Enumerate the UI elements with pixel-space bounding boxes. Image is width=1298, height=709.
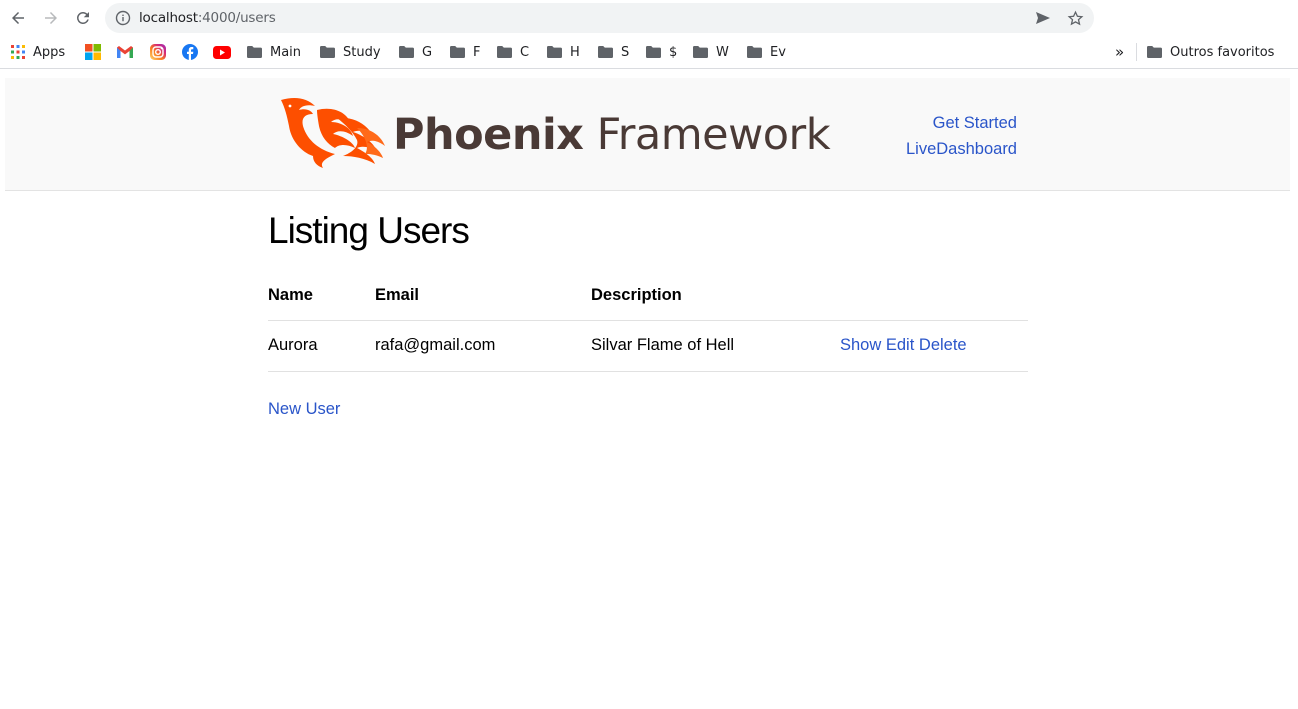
bookmark-youtube[interactable] [213, 42, 231, 62]
folder-icon [646, 46, 661, 58]
folder-icon [747, 46, 762, 58]
forward-button[interactable] [39, 6, 63, 30]
bookmark-folder-c[interactable]: C [497, 42, 529, 62]
gmail-icon [117, 46, 133, 58]
arrow-right-icon [45, 12, 57, 24]
folder-icon [320, 46, 335, 58]
cell-actions: Show Edit Delete [840, 320, 1028, 372]
reload-button[interactable] [71, 6, 95, 30]
bookmark-apps[interactable]: Apps [11, 42, 65, 62]
bookmark-star-button[interactable] [1065, 9, 1085, 27]
bookmarks-separator [1136, 43, 1137, 61]
reload-icon [76, 11, 89, 24]
bookmark-folder-ev[interactable]: Ev [747, 42, 786, 62]
address-bar[interactable]: localhost:4000/users [105, 3, 1094, 33]
page-header: Phoenix Framework Get Started LiveDashbo… [5, 78, 1290, 191]
back-button[interactable] [6, 6, 30, 30]
bookmarks-bar: Apps Main Study G F C H S $ W Ev » Outro… [0, 36, 1298, 69]
cell-description: Silvar Flame of Hell [591, 320, 840, 372]
bookmark-folder-h[interactable]: H [547, 42, 580, 62]
new-user-link[interactable]: New User [268, 400, 340, 419]
send-tab-button[interactable] [1033, 9, 1053, 27]
bookmark-folder-s[interactable]: S [598, 42, 629, 62]
bookmark-folder-study[interactable]: Study [320, 42, 381, 62]
folder-icon [547, 46, 562, 58]
browser-toolbar: localhost:4000/users [0, 0, 1298, 36]
folder-icon [598, 46, 613, 58]
bookmark-instagram[interactable] [150, 42, 166, 62]
bookmark-folder-w[interactable]: W [693, 42, 729, 62]
edit-link[interactable]: Edit [886, 336, 914, 354]
folder-icon [693, 46, 708, 58]
live-dashboard-link[interactable]: LiveDashboard [906, 136, 1017, 162]
bookmark-folder-main[interactable]: Main [247, 42, 301, 62]
other-bookmarks-folder[interactable]: Outros favoritos [1147, 42, 1274, 62]
phoenix-logo[interactable]: Phoenix Framework [277, 96, 831, 171]
send-icon [1036, 12, 1050, 24]
instagram-icon [150, 44, 166, 60]
cell-name: Aurora [268, 320, 375, 372]
folder-icon [497, 46, 512, 58]
table-header-row: Name Email Description [268, 286, 1028, 321]
info-icon[interactable] [115, 10, 131, 26]
delete-link[interactable]: Delete [919, 336, 967, 354]
bookmark-microsoft[interactable] [85, 42, 101, 62]
phoenix-bird-icon [281, 98, 385, 168]
logo-wordmark: Phoenix Framework [393, 110, 831, 160]
get-started-link[interactable]: Get Started [906, 110, 1017, 136]
bookmark-folder-dollar[interactable]: $ [646, 42, 677, 62]
page-title: Listing Users [268, 210, 470, 251]
main-content: Listing Users Name Email Description Aur… [268, 210, 1028, 419]
users-table: Name Email Description Aurora rafa@gmail… [268, 286, 1028, 372]
folder-icon [1147, 46, 1162, 58]
bookmark-gmail[interactable] [117, 42, 133, 62]
bookmark-folder-f[interactable]: F [450, 42, 480, 62]
microsoft-icon [85, 44, 101, 60]
bookmark-facebook[interactable] [182, 42, 198, 62]
column-header-email: Email [375, 286, 591, 321]
folder-icon [399, 46, 414, 58]
folder-icon [247, 46, 262, 58]
arrow-left-icon [12, 12, 24, 24]
star-icon [1067, 10, 1083, 25]
facebook-icon [182, 44, 198, 60]
apps-grid-icon [11, 45, 25, 59]
bookmarks-overflow-button[interactable]: » [1115, 42, 1124, 62]
folder-icon [450, 46, 465, 58]
column-header-actions [840, 286, 1028, 321]
table-row: Aurora rafa@gmail.com Silvar Flame of He… [268, 320, 1028, 372]
cell-email: rafa@gmail.com [375, 320, 591, 372]
bookmark-folder-g[interactable]: G [399, 42, 432, 62]
header-nav: Get Started LiveDashboard [906, 110, 1017, 162]
column-header-description: Description [591, 286, 840, 321]
column-header-name: Name [268, 286, 375, 321]
youtube-icon [213, 45, 231, 59]
url-text: localhost:4000/users [139, 10, 276, 26]
show-link[interactable]: Show [840, 336, 881, 354]
